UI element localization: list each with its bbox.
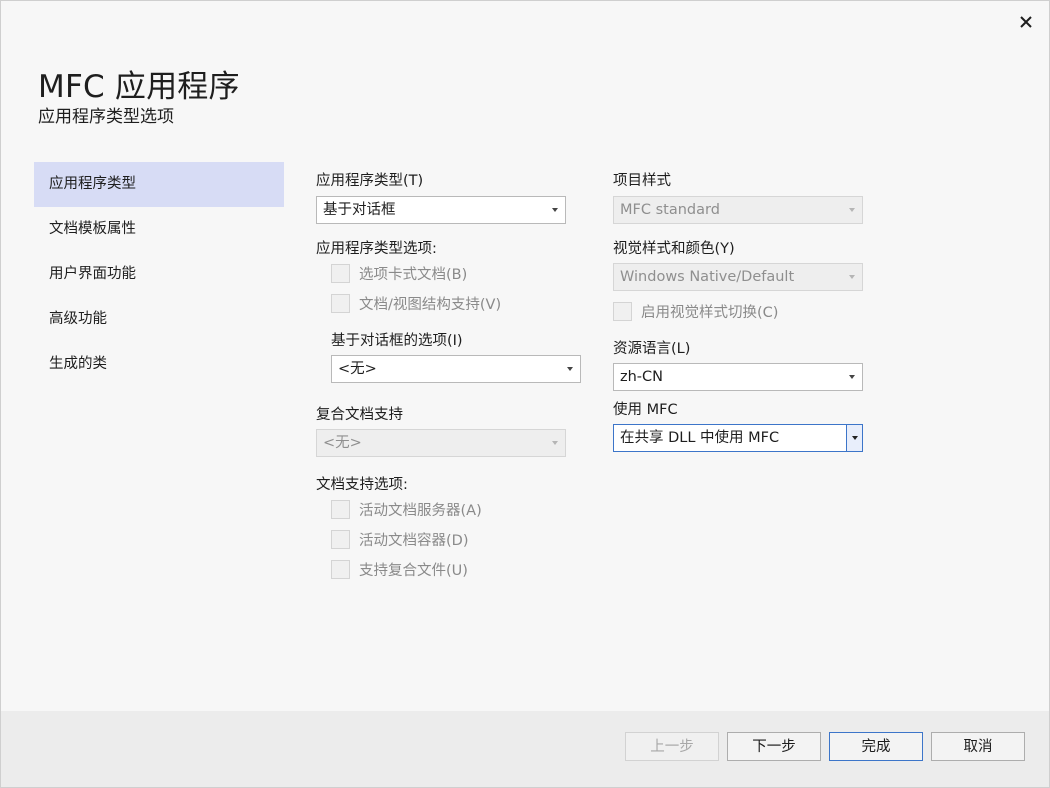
use-mfc-value: 在共享 DLL 中使用 MFC: [620, 430, 780, 446]
project-style-label: 项目样式: [613, 173, 671, 189]
chevron-down-icon: [852, 436, 858, 440]
footer-bar: 上一步 下一步 完成 取消: [1, 711, 1049, 787]
compound-doc-label: 复合文档支持: [316, 407, 403, 423]
active-doc-container-label: 活动文档容器(D): [359, 533, 469, 549]
sidebar-item-advanced[interactable]: 高级功能: [34, 297, 284, 342]
close-button[interactable]: [1015, 11, 1037, 33]
project-style-value: MFC standard: [620, 202, 720, 218]
chevron-down-icon: [849, 375, 855, 379]
visual-style-label: 视觉样式和颜色(Y): [613, 241, 735, 257]
tabbed-docs-checkbox[interactable]: 选项卡式文档(B): [331, 263, 467, 284]
checkbox-box: [331, 500, 350, 519]
page-subtitle: 应用程序类型选项: [38, 107, 174, 127]
page-title: MFC 应用程序: [38, 69, 240, 105]
dialog-options-value: <无>: [338, 361, 377, 377]
sidebar-item-ui-features[interactable]: 用户界面功能: [34, 252, 284, 297]
resource-lang-select[interactable]: zh-CN: [613, 363, 863, 391]
checkbox-box: [331, 560, 350, 579]
visual-style-select[interactable]: Windows Native/Default: [613, 263, 863, 291]
checkbox-box: [331, 294, 350, 313]
project-style-select[interactable]: MFC standard: [613, 196, 863, 224]
prev-button[interactable]: 上一步: [625, 732, 719, 761]
checkbox-box: [331, 264, 350, 283]
checkbox-box: [613, 302, 632, 321]
chevron-down-icon: [552, 208, 558, 212]
enable-style-switch-checkbox[interactable]: 启用视觉样式切换(C): [613, 301, 778, 322]
resource-lang-label: 资源语言(L): [613, 341, 691, 357]
active-doc-server-label: 活动文档服务器(A): [359, 503, 482, 519]
checkbox-box: [331, 530, 350, 549]
use-mfc-select[interactable]: 在共享 DLL 中使用 MFC: [613, 424, 863, 452]
tabbed-docs-label: 选项卡式文档(B): [359, 267, 468, 283]
next-button[interactable]: 下一步: [727, 732, 821, 761]
dropdown-button[interactable]: [846, 425, 862, 451]
compound-file-support-label: 支持复合文件(U): [359, 563, 468, 579]
finish-button[interactable]: 完成: [829, 732, 923, 761]
resource-lang-value: zh-CN: [620, 369, 664, 385]
doc-support-options-label: 文档支持选项:: [316, 477, 408, 493]
enable-style-switch-label: 启用视觉样式切换(C): [641, 305, 779, 321]
sidebar-item-doc-template[interactable]: 文档模板属性: [34, 207, 284, 252]
sidebar: 应用程序类型 文档模板属性 用户界面功能 高级功能 生成的类: [34, 162, 284, 387]
compound-doc-value: <无>: [323, 435, 362, 451]
app-type-select[interactable]: 基于对话框: [316, 196, 566, 224]
app-type-value: 基于对话框: [323, 202, 396, 218]
visual-style-value: Windows Native/Default: [620, 269, 795, 285]
chevron-down-icon: [567, 367, 573, 371]
active-doc-server-checkbox[interactable]: 活动文档服务器(A): [331, 499, 482, 520]
dialog-options-label: 基于对话框的选项(I): [331, 333, 463, 349]
chevron-down-icon: [849, 275, 855, 279]
app-type-label: 应用程序类型(T): [316, 173, 424, 189]
close-icon: [1020, 16, 1032, 28]
active-doc-container-checkbox[interactable]: 活动文档容器(D): [331, 529, 468, 550]
sidebar-item-generated-classes[interactable]: 生成的类: [34, 342, 284, 387]
cancel-button[interactable]: 取消: [931, 732, 1025, 761]
dialog-options-select[interactable]: <无>: [331, 355, 581, 383]
sidebar-item-app-type[interactable]: 应用程序类型: [34, 162, 284, 207]
compound-doc-select[interactable]: <无>: [316, 429, 566, 457]
doc-view-support-checkbox[interactable]: 文档/视图结构支持(V): [331, 293, 501, 314]
mfc-app-wizard-dialog: MFC 应用程序 应用程序类型选项 应用程序类型 文档模板属性 用户界面功能 高…: [0, 0, 1050, 788]
chevron-down-icon: [849, 208, 855, 212]
use-mfc-label: 使用 MFC: [613, 402, 678, 418]
compound-file-support-checkbox[interactable]: 支持复合文件(U): [331, 559, 468, 580]
doc-view-support-label: 文档/视图结构支持(V): [359, 297, 502, 313]
chevron-down-icon: [552, 441, 558, 445]
app-type-options-label: 应用程序类型选项:: [316, 241, 437, 257]
